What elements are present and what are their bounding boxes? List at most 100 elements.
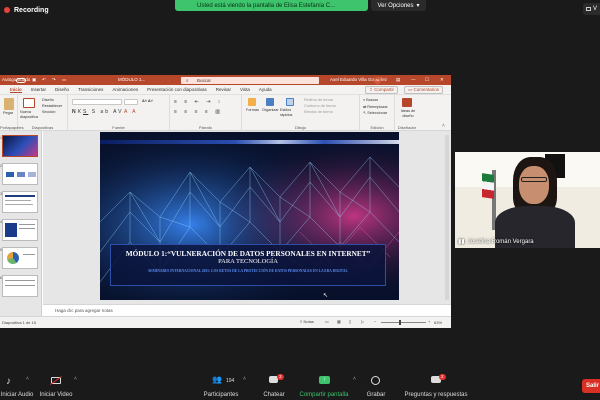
share-button[interactable]: ⇪ Compartir (365, 85, 398, 94)
video-options-chevron-icon[interactable]: ˄ (74, 376, 77, 382)
share-options-chevron-icon[interactable]: ˄ (353, 376, 356, 382)
record-button[interactable]: Grabar (362, 372, 390, 400)
shapes-icon[interactable] (248, 98, 256, 106)
group-clipboard: Pegar Portapapeles (0, 95, 24, 131)
zoom-in-icon[interactable]: + (428, 319, 430, 324)
comments-button[interactable]: ▭ Comentarios (403, 85, 443, 94)
audio-options-chevron-icon[interactable]: ˄ (26, 376, 29, 382)
undo-icon[interactable]: ↶ (42, 77, 46, 83)
slide-thumbnail[interactable] (2, 135, 38, 157)
reset-button[interactable]: Restablecer (42, 104, 62, 108)
ribbon-display-icon[interactable]: ▤ (396, 77, 400, 83)
zoom-slider-handle[interactable] (399, 320, 401, 325)
record-icon (371, 376, 380, 385)
share-screen-button[interactable]: ↑ Compartir pantalla (295, 372, 353, 400)
font-style-icons[interactable]: NKS S ab AV (72, 109, 123, 115)
thumb-graphic (5, 204, 33, 205)
tab-inicio[interactable]: Inicio (10, 87, 22, 93)
font-size-select[interactable] (124, 99, 138, 105)
slide-thumbnail[interactable] (2, 275, 38, 297)
autosave-toggle[interactable] (16, 77, 26, 83)
font-family-select[interactable] (72, 99, 122, 105)
group-designer: Ideas de diseño Diseñador (395, 95, 419, 131)
new-slide-button[interactable]: Nueva diapositiva (20, 110, 40, 119)
tab-animaciones[interactable]: Animaciones (112, 87, 138, 92)
layout-button[interactable]: Diseño (42, 98, 54, 102)
participants-chevron-icon[interactable]: ˄ (243, 376, 246, 382)
chat-button[interactable]: 3 Chatear (259, 372, 289, 400)
align-icons[interactable]: ≡ ≡ ≡ ≡ ▥ (174, 109, 223, 115)
vertical-scrollbar[interactable] (445, 135, 449, 300)
view-toggle-button[interactable]: V (583, 3, 600, 15)
search-box[interactable]: ⌕ Buscar (181, 76, 319, 84)
slide-thumbnail[interactable] (2, 247, 38, 269)
arrange-icon[interactable] (266, 98, 274, 106)
zoom-out-icon[interactable]: − (374, 319, 376, 324)
ppt-title-bar: Autoguardado ▣ ↶ ↷ ▭ MÓDULO 1... ⌕ Busca… (0, 75, 451, 85)
shapes-button[interactable]: Formas (246, 108, 259, 112)
arrange-button[interactable]: Organizar (262, 108, 279, 112)
close-icon[interactable]: ✕ (440, 77, 444, 83)
replace-label: Reemplazar (367, 105, 388, 109)
outline-button[interactable]: Contorno de forma (304, 104, 336, 108)
new-slide-icon[interactable] (23, 98, 35, 108)
fill-button[interactable]: Relleno de forma (304, 98, 333, 102)
view-options-button[interactable]: Ver Opciones ▾ (371, 0, 426, 11)
quick-styles-icon[interactable] (286, 98, 294, 106)
tab-transiciones[interactable]: Transiciones (78, 87, 103, 92)
participant-name: Josefina Román Vergara (467, 238, 534, 245)
view-toggle-label: V (593, 6, 598, 12)
current-slide[interactable]: MÓDULO 1:“VULNERACIÓN DE DATOS PERSONALE… (100, 132, 399, 300)
tab-ayuda[interactable]: Ayuda (259, 87, 272, 92)
designer-icon[interactable] (402, 98, 412, 107)
collapse-ribbon-icon[interactable]: ˄ (442, 123, 445, 129)
slideshow-view-icon[interactable]: ▷ (361, 319, 364, 324)
reading-view-icon[interactable]: ▯ (349, 319, 351, 324)
leave-label: Salir (586, 383, 600, 389)
save-icon[interactable]: ▣ (32, 77, 36, 83)
participant-video[interactable] (455, 152, 600, 248)
grow-font-icon[interactable]: A˄ A˅ (142, 99, 153, 103)
paste-button[interactable]: Pegar (3, 111, 13, 115)
thumb-graphic (5, 280, 35, 281)
select-button[interactable]: ↖ Seleccionar (363, 110, 387, 115)
sorter-view-icon[interactable]: ▦ (337, 319, 341, 324)
font-color-icon[interactable]: A A (124, 109, 138, 115)
zoom-slider[interactable] (381, 322, 426, 323)
slide-thumbnail[interactable] (2, 163, 38, 185)
quick-styles-button[interactable]: Estilos rápidos (280, 108, 300, 117)
paste-icon[interactable] (4, 98, 14, 110)
tab-revisar[interactable]: Revisar (216, 87, 231, 92)
qa-button[interactable]: 2 Preguntas y respuestas (400, 372, 472, 400)
thumb-graphic (19, 228, 35, 229)
leave-button[interactable]: Salir (582, 379, 600, 393)
minimize-icon[interactable]: — (411, 77, 416, 82)
user-avatar[interactable]: AE (374, 76, 381, 84)
slide-thumbnail[interactable] (2, 219, 38, 241)
share-banner[interactable]: Usted está viendo la pantalla de Elisa E… (175, 0, 368, 11)
group-label-drawing: Dibujo (294, 125, 307, 130)
share-icon: ⇪ (369, 86, 373, 92)
tab-diseno[interactable]: Diseño (55, 87, 69, 92)
participants-button[interactable]: 👥 194 Participantes (200, 372, 242, 400)
designer-button[interactable]: Ideas de diseño (398, 109, 418, 118)
notes-pane[interactable]: Haga clic para agregar notas (43, 304, 451, 316)
normal-view-icon[interactable]: ▭ (325, 319, 329, 324)
present-icon[interactable]: ▭ (62, 77, 66, 83)
notes-button[interactable]: ≡ Notas (300, 319, 314, 324)
find-button[interactable]: ⌕ Buscar (363, 98, 378, 102)
list-icons[interactable]: ≡ ≡ ⇤ ⇥ ↕ (174, 99, 223, 105)
chat-label: Chatear (263, 392, 285, 398)
replace-button[interactable]: ⇄ Reemplazar (363, 104, 388, 109)
tab-presentacion[interactable]: Presentación con diapositivas (147, 87, 207, 92)
tab-insertar[interactable]: Insertar (31, 87, 46, 92)
maximize-icon[interactable]: ☐ (425, 77, 429, 83)
slide-thumbnail[interactable] (2, 191, 38, 213)
effects-button[interactable]: Efectos de forma (304, 110, 333, 114)
qa-badge: 2 (439, 374, 446, 380)
section-button[interactable]: Sección (42, 110, 56, 114)
tab-vista[interactable]: Vista (240, 87, 250, 92)
redo-icon[interactable]: ↷ (52, 77, 56, 83)
start-video-button[interactable]: Iniciar Video (38, 372, 74, 400)
comment-icon: ▭ (407, 86, 413, 92)
